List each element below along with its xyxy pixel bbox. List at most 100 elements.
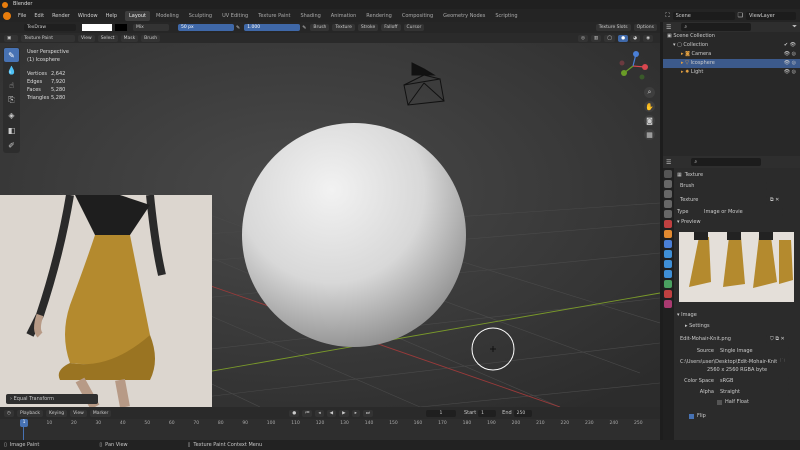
image-panel-header[interactable]: ▾ Image: [677, 312, 796, 323]
tab-uv-editing[interactable]: UV Editing: [218, 11, 252, 21]
prev-key-icon[interactable]: ◂: [315, 409, 324, 417]
half-float-checkbox[interactable]: [717, 399, 722, 405]
world-tab-icon[interactable]: [664, 220, 672, 228]
duplicate-texture-icon[interactable]: ⧉ ✕: [770, 197, 779, 203]
brush-selector[interactable]: TexDraw: [24, 24, 76, 31]
mask-tool-icon[interactable]: ◧: [4, 123, 19, 137]
perspective-grid-icon[interactable]: ▦: [644, 129, 655, 140]
source-dropdown[interactable]: Single Image: [717, 346, 789, 355]
play-reverse-icon[interactable]: ◀: [326, 409, 337, 417]
smear-tool-icon[interactable]: ☝: [4, 78, 19, 92]
output-tab-icon[interactable]: [664, 190, 672, 198]
alpha-dropdown[interactable]: Straight: [717, 387, 789, 396]
tab-animation[interactable]: Animation: [327, 11, 361, 21]
editor-type-button[interactable]: ▣: [4, 34, 18, 42]
timeline[interactable]: 0102030405060708090100110120130140150160…: [0, 419, 660, 440]
outliner-item-icosphere[interactable]: ▸ ▽ Icosphere 👁 ◎: [663, 59, 800, 68]
end-frame-field[interactable]: 250: [513, 409, 532, 417]
menu-keying[interactable]: Keying: [46, 409, 68, 417]
menu-brush[interactable]: Brush: [310, 24, 330, 31]
brush-color-swatch[interactable]: [82, 24, 112, 31]
filter-icon[interactable]: ⏷: [792, 23, 797, 31]
colorspace-dropdown[interactable]: sRGB: [717, 376, 789, 385]
outliner-scene-collection[interactable]: ▣ Scene Collection: [663, 32, 800, 41]
menu-stroke[interactable]: Stroke: [357, 24, 379, 31]
draw-tool-icon[interactable]: ✎: [4, 48, 19, 62]
mode-dropdown[interactable]: Texture Paint: [21, 34, 75, 42]
soften-tool-icon[interactable]: 💧: [4, 63, 19, 77]
reference-image[interactable]: [0, 195, 212, 407]
3d-viewport[interactable]: User Perspective (1) Icosphere Vertices 2…: [0, 43, 660, 407]
outliner-item-camera[interactable]: ▸ ◙ Camera 👁 ◎: [663, 50, 800, 59]
icosphere-object[interactable]: [242, 123, 466, 347]
menu-brush-vp[interactable]: Brush: [141, 34, 161, 42]
data-tab-icon[interactable]: [664, 280, 672, 288]
texture-type-dropdown[interactable]: Image or Movie: [701, 207, 783, 216]
strength-pressure-icon[interactable]: ✎: [302, 25, 306, 31]
current-frame-field[interactable]: 1: [425, 409, 456, 417]
modifier-tab-icon[interactable]: [664, 240, 672, 248]
tab-scripting[interactable]: Scripting: [491, 11, 521, 21]
light-visibility-icon[interactable]: 👁 ◎: [784, 68, 796, 77]
outliner-editor-icon[interactable]: ☰: [666, 24, 671, 31]
xray-button[interactable]: ▥: [590, 34, 602, 42]
secondary-color-swatch[interactable]: [115, 24, 127, 31]
flip-checkbox[interactable]: [689, 413, 694, 419]
object-tab-icon[interactable]: [664, 230, 672, 238]
menu-select[interactable]: Select: [97, 34, 118, 42]
icosphere-visibility-icon[interactable]: 👁 ◎: [784, 59, 796, 68]
blender-menu-icon[interactable]: [3, 11, 11, 20]
texture-name-field[interactable]: Texture: [677, 196, 767, 204]
properties-search-input[interactable]: ⌕: [691, 158, 762, 166]
tab-shading[interactable]: Shading: [296, 11, 324, 21]
menu-mask[interactable]: Mask: [120, 34, 139, 42]
properties-editor-icon[interactable]: ☰: [666, 159, 671, 166]
render-tab-icon[interactable]: [664, 180, 672, 188]
pan-hand-icon[interactable]: ✋: [644, 101, 655, 112]
scene-field[interactable]: Scene: [672, 11, 735, 20]
clone-tool-icon[interactable]: ⎘: [4, 93, 19, 107]
view-layer-tab-icon[interactable]: [664, 200, 672, 208]
last-operator-panel[interactable]: › Equal Transform: [6, 394, 98, 404]
outliner-item-collection[interactable]: ▾ ▢ Collection ✔ 👁: [663, 41, 800, 50]
menu-view-timeline[interactable]: View: [70, 409, 87, 417]
material-tab-icon[interactable]: [664, 290, 672, 298]
menu-marker[interactable]: Marker: [89, 409, 112, 417]
radius-field[interactable]: 50 px: [178, 24, 234, 31]
menu-falloff[interactable]: Falloff: [381, 24, 401, 31]
fill-tool-icon[interactable]: ◈: [4, 108, 19, 122]
camera-visibility-icon[interactable]: 👁 ◎: [784, 50, 796, 59]
image-actions-icon[interactable]: ⛉ ⧉ ✕: [770, 336, 785, 342]
zoom-icon[interactable]: ⌕: [644, 87, 655, 98]
playhead[interactable]: 1: [20, 419, 28, 427]
folder-icon[interactable]: 🗀: [780, 358, 785, 366]
solid-shading-button[interactable]: ●: [618, 34, 629, 42]
outliner-search-input[interactable]: ⌕: [681, 23, 752, 31]
texture-slots-dropdown[interactable]: Texture Slots: [595, 24, 631, 31]
navigation-gizmo[interactable]: [618, 51, 648, 81]
preview-panel-header[interactable]: ▾ Preview: [677, 219, 796, 230]
tool-tab-icon[interactable]: [664, 170, 672, 178]
jump-end-icon[interactable]: ⏭: [362, 409, 373, 417]
texture-tab-icon[interactable]: [664, 300, 672, 308]
menu-render[interactable]: Render: [52, 13, 70, 19]
particles-tab-icon[interactable]: [664, 250, 672, 258]
collection-visibility-icon[interactable]: ✔ 👁: [784, 41, 796, 50]
tab-layout[interactable]: Layout: [125, 10, 150, 21]
tab-sculpting[interactable]: Sculpting: [185, 11, 216, 21]
menu-cursor[interactable]: Cursor: [403, 24, 425, 31]
options-dropdown[interactable]: Options: [633, 24, 657, 31]
annotate-tool-icon[interactable]: ✐: [4, 138, 19, 152]
timeline-editor-icon[interactable]: ◷: [4, 409, 14, 417]
outliner-item-light[interactable]: ▸ ✹ Light 👁 ◎: [663, 68, 800, 77]
scene-tab-icon[interactable]: [664, 210, 672, 218]
view-layer-field[interactable]: ViewLayer: [746, 11, 796, 20]
material-shading-button[interactable]: ◕: [630, 34, 641, 42]
menu-file[interactable]: File: [18, 13, 26, 19]
menu-help[interactable]: Help: [106, 13, 117, 19]
menu-view[interactable]: View: [78, 34, 95, 42]
play-icon[interactable]: ▶: [339, 409, 349, 417]
record-button[interactable]: ●: [289, 409, 300, 417]
camera-view-icon[interactable]: ◙: [644, 115, 655, 126]
physics-tab-icon[interactable]: [664, 260, 672, 268]
